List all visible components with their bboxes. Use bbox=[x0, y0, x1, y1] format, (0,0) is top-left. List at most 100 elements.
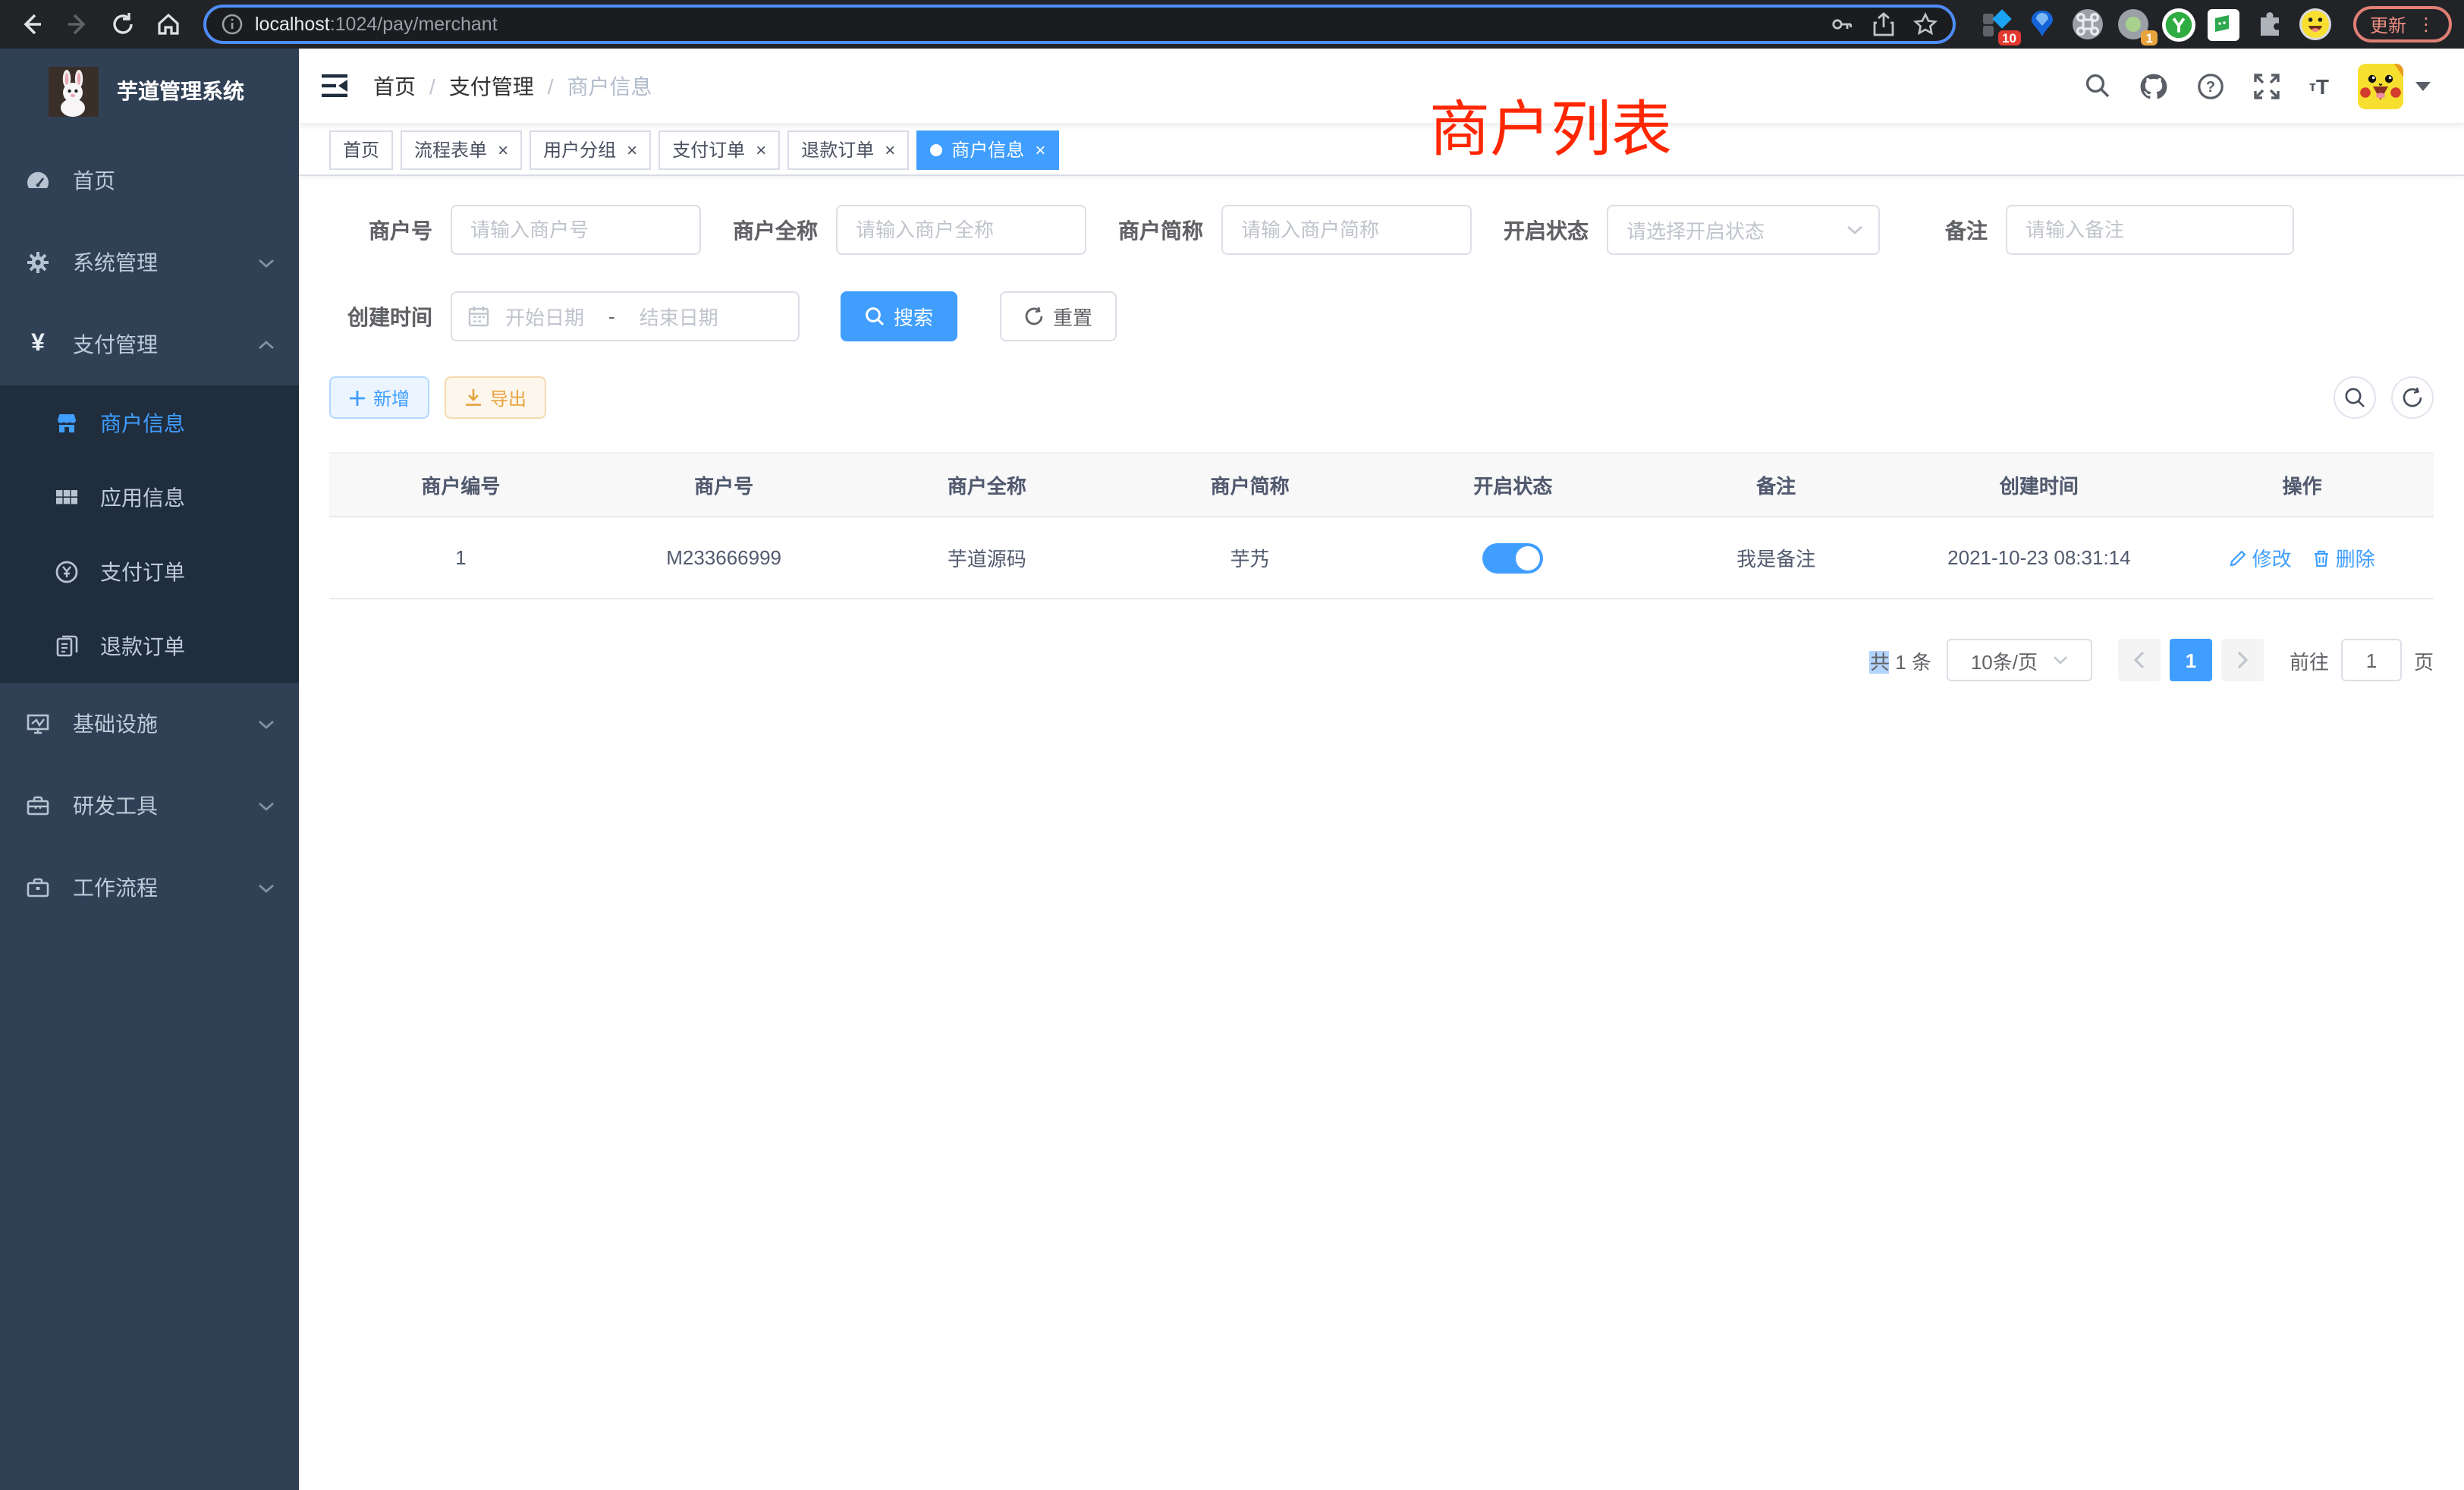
browser-menu-icon[interactable]: ⋮ bbox=[2417, 14, 2435, 35]
full-name-input[interactable] bbox=[836, 205, 1086, 255]
sidebar-item-workflow[interactable]: 工作流程 bbox=[0, 847, 299, 929]
close-icon[interactable]: × bbox=[627, 140, 637, 159]
close-icon[interactable]: × bbox=[1035, 140, 1045, 159]
status-select[interactable]: 请选择开启状态 bbox=[1607, 205, 1880, 255]
tab-refund-order[interactable]: 退款订单× bbox=[787, 130, 909, 169]
bookmark-star-icon[interactable] bbox=[1913, 12, 1938, 36]
page-info-icon[interactable] bbox=[222, 14, 243, 35]
status-toggle[interactable] bbox=[1482, 542, 1543, 573]
sidebar-item-app-info[interactable]: 应用信息 bbox=[0, 460, 299, 534]
search-form-row-2: 创建时间 开始日期 - 结束日期 搜索 重置 bbox=[329, 291, 2434, 341]
page-size-select[interactable]: 10条/页 bbox=[1947, 639, 2092, 681]
sidebar-item-infrastructure[interactable]: 基础设施 bbox=[0, 683, 299, 765]
sidebar-item-home[interactable]: 首页 bbox=[0, 140, 299, 222]
page-number-1[interactable]: 1 bbox=[2170, 639, 2212, 681]
browser-update-button[interactable]: 更新 ⋮ bbox=[2353, 6, 2452, 42]
toggle-knob bbox=[1516, 545, 1540, 570]
password-key-icon[interactable] bbox=[1830, 12, 1854, 36]
grid-icon bbox=[55, 485, 79, 509]
github-icon[interactable] bbox=[2139, 72, 2168, 99]
address-bar[interactable]: localhost:1024/pay/merchant bbox=[203, 5, 1956, 44]
merchant-no-input[interactable] bbox=[451, 205, 701, 255]
close-icon[interactable]: × bbox=[756, 140, 766, 159]
page-suffix: 页 bbox=[2414, 646, 2434, 674]
tab-user-group[interactable]: 用户分组× bbox=[530, 130, 651, 169]
chevron-down-icon bbox=[2415, 81, 2431, 90]
sidebar-item-system[interactable]: 系统管理 bbox=[0, 222, 299, 303]
reset-button[interactable]: 重置 bbox=[1000, 291, 1117, 341]
tab-merchant-info[interactable]: 商户信息× bbox=[916, 130, 1059, 169]
tab-pay-order[interactable]: 支付订单× bbox=[658, 130, 780, 169]
extension-puzzle-icon[interactable] bbox=[2253, 8, 2286, 41]
extension-badge: 10 bbox=[1997, 30, 2021, 46]
col-short-name: 商户简称 bbox=[1118, 454, 1381, 516]
chevron-up-icon bbox=[258, 339, 275, 350]
edit-link[interactable]: 修改 bbox=[2230, 543, 2292, 572]
url-text[interactable]: localhost:1024/pay/merchant bbox=[255, 14, 1812, 35]
sidebar-item-dev-tools[interactable]: 研发工具 bbox=[0, 765, 299, 847]
merchant-table: 商户编号 商户号 商户全称 商户简称 开启状态 备注 创建时间 操作 1 M23… bbox=[329, 452, 2434, 599]
screen: localhost:1024/pay/merchant 10 bbox=[0, 0, 2464, 1490]
breadcrumb-home[interactable]: 首页 bbox=[373, 71, 416, 101]
goto-label: 前往 bbox=[2290, 646, 2329, 674]
export-button[interactable]: 导出 bbox=[445, 376, 546, 419]
delete-link[interactable]: 删除 bbox=[2313, 543, 2375, 572]
sidebar-item-merchant-info[interactable]: 商户信息 bbox=[0, 385, 299, 460]
extension-recorder-icon[interactable]: 1 bbox=[2117, 8, 2150, 41]
svg-text:?: ? bbox=[2206, 78, 2215, 95]
chevron-down-icon bbox=[258, 718, 275, 729]
pagination: 共 1 条 10条/页 1 前往 页 bbox=[329, 639, 2434, 681]
user-menu[interactable] bbox=[2358, 63, 2431, 108]
sidebar-item-pay-order[interactable]: 支付订单 bbox=[0, 534, 299, 608]
extension-balloon-icon[interactable] bbox=[2026, 8, 2059, 41]
col-remark: 备注 bbox=[1645, 454, 1908, 516]
tab-process-form[interactable]: 流程表单× bbox=[401, 130, 522, 169]
browser-forward-button[interactable] bbox=[58, 5, 97, 44]
close-icon[interactable]: × bbox=[885, 140, 895, 159]
header-search-icon[interactable] bbox=[2085, 73, 2110, 99]
add-button[interactable]: 新增 bbox=[329, 376, 429, 419]
font-size-icon[interactable]: тT bbox=[2309, 74, 2329, 98]
chevron-left-icon bbox=[2133, 651, 2145, 669]
cell-short-name: 芋艿 bbox=[1118, 543, 1381, 572]
share-icon[interactable] bbox=[1872, 12, 1895, 36]
help-icon[interactable]: ? bbox=[2197, 72, 2224, 99]
extension-command-icon[interactable] bbox=[2071, 8, 2104, 41]
browser-home-button[interactable] bbox=[149, 5, 188, 44]
sidebar-collapse-icon[interactable] bbox=[322, 73, 349, 99]
goto-page-input[interactable] bbox=[2341, 639, 2402, 681]
close-icon[interactable]: × bbox=[498, 140, 508, 159]
remark-input[interactable] bbox=[2006, 205, 2294, 255]
short-name-input[interactable] bbox=[1221, 205, 1472, 255]
extension-chat-icon[interactable] bbox=[2208, 8, 2241, 41]
plus-icon bbox=[349, 389, 366, 406]
app-logo[interactable]: 芋道管理系统 bbox=[0, 49, 299, 134]
trash-icon bbox=[2313, 549, 2331, 567]
merchant-no-label: 商户号 bbox=[329, 215, 432, 245]
browser-reload-button[interactable] bbox=[103, 5, 143, 44]
calendar-icon bbox=[467, 305, 490, 328]
extension-diamond-icon[interactable]: 10 bbox=[1980, 8, 2013, 41]
status-label: 开启状态 bbox=[1504, 215, 1589, 245]
avatar[interactable] bbox=[2358, 63, 2403, 108]
browser-back-button[interactable] bbox=[12, 5, 52, 44]
full-name-label: 商户全称 bbox=[733, 215, 818, 245]
date-range-picker[interactable]: 开始日期 - 结束日期 bbox=[451, 291, 800, 341]
hide-search-button[interactable] bbox=[2334, 376, 2376, 419]
top-navbar: 首页 / 支付管理 / 商户信息 ? тT 商 bbox=[299, 49, 2464, 124]
fullscreen-icon[interactable] bbox=[2253, 72, 2280, 99]
sidebar-item-refund-order[interactable]: 退款订单 bbox=[0, 608, 299, 683]
cell-remark: 我是备注 bbox=[1645, 543, 1908, 572]
prev-page-button[interactable] bbox=[2118, 639, 2161, 681]
tab-home[interactable]: 首页 bbox=[329, 130, 393, 169]
extension-yudao-icon[interactable] bbox=[2162, 8, 2195, 41]
refresh-table-button[interactable] bbox=[2391, 376, 2434, 419]
extension-emoji-icon[interactable] bbox=[2299, 8, 2332, 41]
refresh-icon bbox=[1024, 306, 1044, 326]
breadcrumb-current: 商户信息 bbox=[567, 71, 652, 101]
search-button[interactable]: 搜索 bbox=[841, 291, 957, 341]
breadcrumb-payment[interactable]: 支付管理 bbox=[449, 71, 534, 101]
sidebar-item-payment[interactable]: ¥ 支付管理 bbox=[0, 303, 299, 385]
sidebar: 芋道管理系统 首页 系统管理 ¥ 支付管理 bbox=[0, 49, 299, 1490]
next-page-button[interactable] bbox=[2221, 639, 2264, 681]
